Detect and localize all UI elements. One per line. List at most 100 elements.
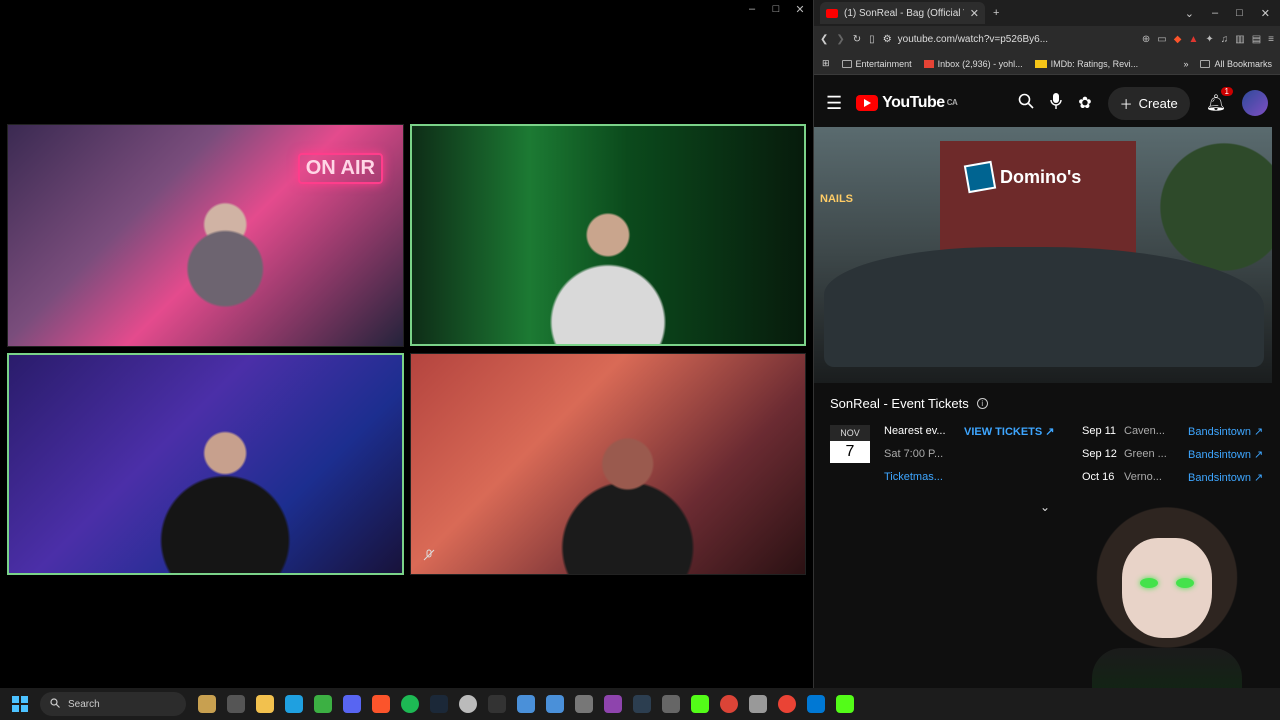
search-icon[interactable] [1018, 93, 1034, 114]
side-sign: NAILS [820, 193, 853, 205]
edge-icon[interactable] [285, 695, 303, 713]
microphone-icon[interactable] [1050, 92, 1062, 114]
events-title: SonReal - Event Tickets [830, 396, 969, 411]
tour-date: Sep 12 [1082, 448, 1117, 460]
calculator-icon[interactable] [546, 695, 564, 713]
app-icon[interactable] [807, 695, 825, 713]
spotify-icon[interactable] [401, 695, 419, 713]
bell-icon: 🔔︎ [1205, 95, 1226, 112]
window-controls: ⌄ – □ ✕ [1185, 7, 1274, 20]
info-icon[interactable]: i [976, 398, 988, 409]
steam-icon[interactable] [430, 695, 448, 713]
create-button[interactable]: ＋ Create [1107, 86, 1190, 120]
participant-tile-2[interactable] [410, 124, 806, 346]
gmail-icon [923, 59, 934, 68]
close-tab-icon[interactable]: ✕ [970, 7, 979, 20]
avatar-eye [1176, 578, 1194, 588]
events-header: SonReal - Event Tickets i [830, 396, 1270, 411]
minimize-button[interactable]: – [1212, 7, 1218, 20]
ticket-vendor-link[interactable]: Ticketmas... [884, 471, 950, 494]
nearest-event: Nearest ev... Sat 7:00 P... Ticketmas... [884, 425, 950, 494]
settings-icon[interactable] [575, 695, 593, 713]
notification-badge: 1 [1220, 87, 1233, 96]
tab-search-button[interactable]: ⌄ [1185, 7, 1194, 20]
rewards-icon[interactable]: ▲ [1188, 34, 1198, 45]
discord-icon[interactable] [343, 695, 361, 713]
participant-tile-3[interactable] [7, 353, 404, 575]
region-label: CA [946, 98, 958, 107]
bookmark-icon[interactable]: ▯ [869, 34, 875, 45]
extensions-icon[interactable]: ✦ [1205, 34, 1213, 45]
wallet-icon[interactable]: ▤ [1252, 34, 1261, 45]
maximize-button[interactable]: □ [1236, 7, 1243, 20]
create-label: Create [1138, 95, 1178, 111]
bookmark-inbox[interactable]: Inbox (2,936) - yohl... [923, 59, 1023, 69]
close-button[interactable]: ✕ [1261, 7, 1270, 20]
bandsintown-link[interactable]: Bandsintown ↗ [1188, 448, 1263, 471]
video-player[interactable]: Domino's NAILS [814, 127, 1272, 383]
nearest-event-time: Sat 7:00 P... [884, 448, 944, 460]
bandsintown-link[interactable]: Bandsintown ↗ [1188, 425, 1263, 448]
notifications-button[interactable]: 🔔︎ 1 [1205, 87, 1233, 113]
date-card: NOV 7 [830, 425, 870, 494]
tour-venue: Green ... [1124, 448, 1167, 460]
chrome-icon[interactable] [720, 695, 738, 713]
brave-icon[interactable] [372, 695, 390, 713]
chrome-profile-icon[interactable] [778, 695, 796, 713]
cast-icon[interactable]: ▭ [1157, 34, 1166, 45]
minimize-button[interactable]: – [746, 3, 758, 15]
participant-tile-1[interactable]: ON AIR [7, 124, 404, 347]
obs-icon[interactable] [459, 695, 477, 713]
brave-shield-icon[interactable]: ◆ [1174, 34, 1182, 45]
reload-icon[interactable]: ↻ [853, 34, 861, 45]
windows-start-icon[interactable] [12, 696, 28, 712]
steelseries-icon[interactable] [662, 695, 680, 713]
back-icon[interactable]: ❮ [820, 34, 828, 45]
close-button[interactable]: ✕ [794, 3, 806, 16]
forward-icon[interactable]: ❯ [836, 34, 844, 45]
notepad-icon[interactable] [517, 695, 535, 713]
cat-widget-icon[interactable] [198, 695, 216, 713]
navigation-bar: ❮ ❯ ↻ ▯ ⚙ youtube.com/watch?v=p526By6...… [814, 26, 1280, 53]
youtube-logo[interactable]: YouTube CA [856, 94, 958, 112]
bookmark-imdb[interactable]: IMDb: Ratings, Revi... [1034, 59, 1138, 69]
new-tab-button[interactable]: + [993, 7, 999, 19]
kick-icon[interactable] [691, 695, 709, 713]
epic-games-icon[interactable] [488, 695, 506, 713]
taskbar-search[interactable]: Search [40, 692, 186, 716]
avatar[interactable] [1242, 90, 1268, 116]
apps-grid-icon[interactable]: ⊞ [822, 58, 830, 69]
file-explorer-icon[interactable] [256, 695, 274, 713]
folder-icon [1200, 59, 1211, 68]
sidebar-icon[interactable]: ▥ [1235, 34, 1244, 45]
vtuber-avatar-overlay [1052, 478, 1280, 720]
tab-title: (1) SonReal - Bag (Official Vid [844, 7, 964, 19]
site-info-icon[interactable]: ⚙ [883, 34, 892, 45]
bookmark-label: Entertainment [855, 58, 912, 69]
tab-youtube[interactable]: (1) SonReal - Bag (Official Vid ✕ [820, 2, 985, 24]
kick-studio-icon[interactable] [836, 695, 854, 713]
hamburger-menu-icon[interactable]: ☰ [826, 93, 842, 114]
taskbar: Search [0, 688, 1280, 720]
participant-tile-4[interactable] [410, 353, 806, 575]
video-call-window: – □ ✕ ON AIR [0, 0, 812, 688]
address-bar[interactable]: ⚙ youtube.com/watch?v=p526By6... [883, 34, 1134, 45]
cast-icon[interactable]: ✿ [1078, 93, 1091, 113]
video-editor-icon[interactable] [604, 695, 622, 713]
expand-chevron-icon[interactable]: ⌄ [1040, 500, 1050, 514]
zoom-icon[interactable]: ⊕ [1142, 34, 1150, 45]
all-bookmarks[interactable]: All Bookmarks [1200, 59, 1272, 69]
media-icon[interactable]: ♫ [1221, 34, 1229, 45]
date-month: NOV [830, 425, 870, 441]
youtube-header: ☰ YouTube CA ✿ ＋ Create 🔔︎ 1 [814, 83, 1280, 123]
more-bookmarks-button[interactable]: » [1183, 59, 1188, 69]
menu-icon[interactable]: ≡ [1268, 34, 1274, 45]
xbox-icon[interactable] [314, 695, 332, 713]
vtube-studio-icon[interactable] [749, 695, 767, 713]
avatar-eye [1140, 578, 1158, 588]
task-view-icon[interactable] [227, 695, 245, 713]
maximize-button[interactable]: □ [770, 3, 782, 15]
url-text: youtube.com/watch?v=p526By6... [897, 34, 1049, 45]
terminal-icon[interactable] [633, 695, 651, 713]
bookmark-entertainment[interactable]: Entertainment [841, 58, 912, 69]
